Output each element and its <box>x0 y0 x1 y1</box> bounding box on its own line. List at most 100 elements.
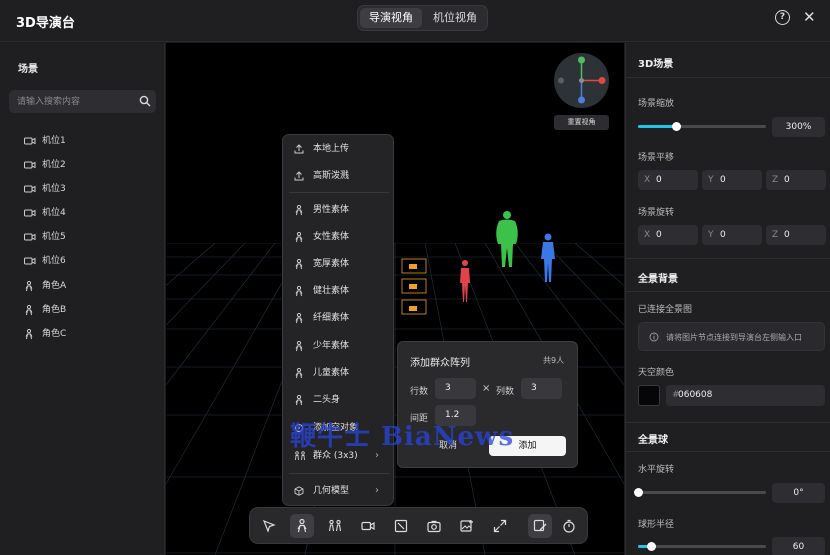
menu-item-geometry[interactable]: 几何模型 › <box>283 480 393 502</box>
slider-knob[interactable] <box>672 122 682 131</box>
translate-z-input[interactable]: Z0 <box>766 170 826 190</box>
app-title: 3D导演台 <box>16 16 75 31</box>
menu-item-strong-body[interactable]: 健壮素体 <box>283 280 393 302</box>
section-divider <box>626 77 830 78</box>
axis-label: Z <box>772 175 779 185</box>
search-box <box>9 90 156 113</box>
search-input[interactable] <box>17 90 137 113</box>
sky-color-input[interactable]: #060608 <box>666 385 825 406</box>
scale-slider[interactable] <box>638 122 766 131</box>
menu-divider <box>289 473 389 474</box>
draw-button[interactable] <box>528 514 552 538</box>
menu-item-label: 本地上传 <box>313 144 350 154</box>
menu-divider <box>289 192 389 193</box>
orientation-gizmo[interactable] <box>554 53 609 108</box>
add-crowd-button[interactable] <box>323 514 347 538</box>
camera-icon <box>361 521 375 531</box>
menu-item-teen-body[interactable]: 少年素体 <box>283 335 393 357</box>
tree-item-label: 机位5 <box>42 232 66 242</box>
menu-item-local-upload[interactable]: 本地上传 <box>283 138 393 160</box>
camera-icon <box>24 257 36 265</box>
camera-icon <box>24 209 36 217</box>
menu-item-child-body[interactable]: 儿童素体 <box>283 362 393 384</box>
tree-item-label: 角色B <box>42 305 67 315</box>
scale-label: 场景缩放 <box>638 99 675 109</box>
bottom-toolbar <box>249 507 588 544</box>
crowd-panel-title: 添加群众阵列 <box>410 358 470 369</box>
rotate-y-input[interactable]: Y0 <box>702 225 762 245</box>
menu-item-gaussian-splat[interactable]: 高斯泼溅 <box>283 165 393 187</box>
sky-color-swatch[interactable] <box>638 385 660 406</box>
radius-value[interactable]: 60 <box>772 537 825 555</box>
axis-value: 0 <box>784 175 790 185</box>
section-divider <box>626 422 830 423</box>
cols-label: 列数 <box>496 387 515 397</box>
person-icon <box>295 313 303 324</box>
search-icon[interactable] <box>139 95 151 107</box>
tree-item-label: 机位1 <box>42 136 66 146</box>
tab-camera-view[interactable]: 机位视角 <box>424 8 486 28</box>
person-icon <box>295 368 303 379</box>
close-icon[interactable]: ✕ <box>803 8 816 26</box>
radius-slider[interactable] <box>638 542 766 551</box>
menu-item-chibi[interactable]: 二头身 <box>283 389 393 411</box>
axis-value: 0 <box>656 230 662 240</box>
person-icon <box>295 205 303 216</box>
tab-director-view[interactable]: 导演视角 <box>360 8 422 28</box>
menu-item-broad-body[interactable]: 宽厚素体 <box>283 253 393 275</box>
sky-color-label: 天空颜色 <box>638 368 675 378</box>
select-tool-button[interactable] <box>257 514 281 538</box>
pano-bg-title: 全景背景 <box>638 274 678 285</box>
person-icon <box>295 286 303 297</box>
scale-value[interactable]: 300% <box>772 117 825 137</box>
add-person-button[interactable] <box>290 514 314 538</box>
fullscreen-button[interactable] <box>488 514 512 538</box>
rows-input[interactable]: 3 <box>435 378 476 399</box>
axis-label: Z <box>772 230 779 240</box>
hrot-slider[interactable] <box>634 488 766 497</box>
slider-knob[interactable] <box>634 488 643 497</box>
menu-item-female-body[interactable]: 女性素体 <box>283 226 393 248</box>
figure-green[interactable] <box>494 210 520 268</box>
add-camera-button[interactable] <box>356 514 380 538</box>
help-circle-icon[interactable]: ? <box>775 10 790 25</box>
slider-knob[interactable] <box>646 542 656 551</box>
translate-x-input[interactable]: X0 <box>638 170 698 190</box>
person-icon <box>295 395 303 406</box>
camera-markers[interactable] <box>399 256 429 318</box>
translate-y-input[interactable]: Y0 <box>702 170 762 190</box>
menu-item-male-body[interactable]: 男性素体 <box>283 199 393 221</box>
timer-button[interactable] <box>557 514 581 538</box>
properties-panel: 3D场景 场景缩放 300% 场景平移 X0 Y0 Z0 场景旋转 X0 Y0 … <box>625 43 830 555</box>
timer-icon <box>563 519 575 533</box>
connected-pano-label: 已连接全景图 <box>638 305 693 315</box>
panel-title: 3D场景 <box>638 59 674 70</box>
figure-blue[interactable] <box>539 233 557 283</box>
section-divider <box>626 291 830 292</box>
person-icon <box>295 341 303 352</box>
cols-input[interactable]: 3 <box>521 378 562 399</box>
section-divider <box>626 258 830 259</box>
photo-icon <box>427 520 441 533</box>
menu-item-label: 纤细素体 <box>313 313 350 323</box>
crop-button[interactable] <box>389 514 413 538</box>
menu-item-label: 宽厚素体 <box>313 259 350 269</box>
hrot-value[interactable]: 0° <box>772 483 825 503</box>
axis-value: 0 <box>720 230 726 240</box>
add-image-button[interactable] <box>455 514 479 538</box>
rotate-z-input[interactable]: Z0 <box>766 225 826 245</box>
reset-view-button[interactable]: 重置视角 <box>554 115 609 130</box>
snapshot-button[interactable] <box>422 514 446 538</box>
axis-label: Y <box>708 230 714 240</box>
pano-input-dropzone[interactable]: 请将图片节点连接到导演台左侧输入口 <box>638 322 825 351</box>
camera-icon <box>24 137 36 145</box>
menu-item-label: 儿童素体 <box>313 368 350 378</box>
view-mode-toggle: 导演视角 机位视角 <box>357 5 488 31</box>
rotate-x-input[interactable]: X0 <box>638 225 698 245</box>
menu-item-slim-body[interactable]: 纤细素体 <box>283 307 393 329</box>
figure-red[interactable] <box>458 259 472 303</box>
scene-sidebar: 场景 机位1 机位2 机位3 机位4 机位5 机位6 <box>0 43 165 555</box>
radius-label: 球形半径 <box>638 520 675 530</box>
info-icon <box>649 332 659 342</box>
person-icon <box>25 281 33 292</box>
